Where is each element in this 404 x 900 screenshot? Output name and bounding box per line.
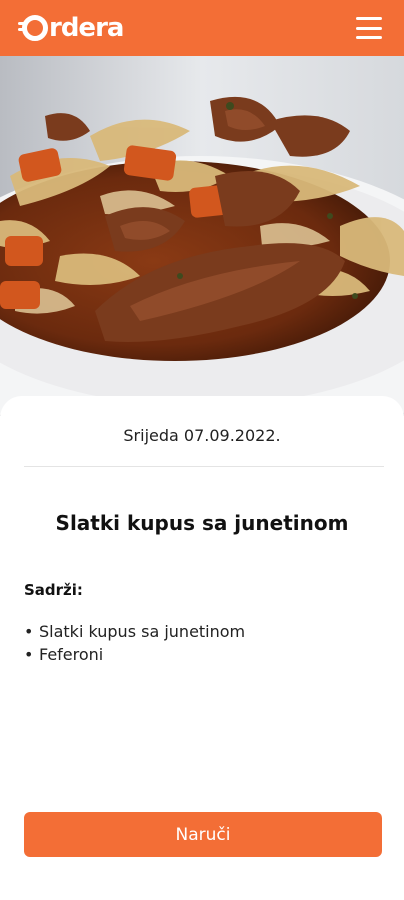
ingredient-list: • Slatki kupus sa junetinom • Feferoni xyxy=(24,620,245,666)
divider xyxy=(24,466,384,467)
order-button[interactable]: Naruči xyxy=(24,812,382,857)
list-item: • Feferoni xyxy=(24,645,104,664)
logo-mark-icon xyxy=(18,15,48,41)
ordera-logo[interactable]: rdera xyxy=(18,13,124,43)
hamburger-menu-icon[interactable] xyxy=(356,17,382,39)
meal-date: Srijeda 07.09.2022. xyxy=(123,426,281,445)
meal-photo xyxy=(0,56,404,416)
contains-label: Sadrži: xyxy=(24,581,83,599)
list-item: • Slatki kupus sa junetinom xyxy=(24,622,246,641)
meal-details-card: Srijeda 07.09.2022. Slatki kupus sa june… xyxy=(0,396,404,900)
ingredient-text: Feferoni xyxy=(39,645,104,664)
meal-title: Slatki kupus sa junetinom xyxy=(55,511,349,535)
app-header: rdera xyxy=(0,0,404,56)
ingredient-text: Slatki kupus sa junetinom xyxy=(39,622,246,641)
logo-text: rdera xyxy=(49,13,124,43)
